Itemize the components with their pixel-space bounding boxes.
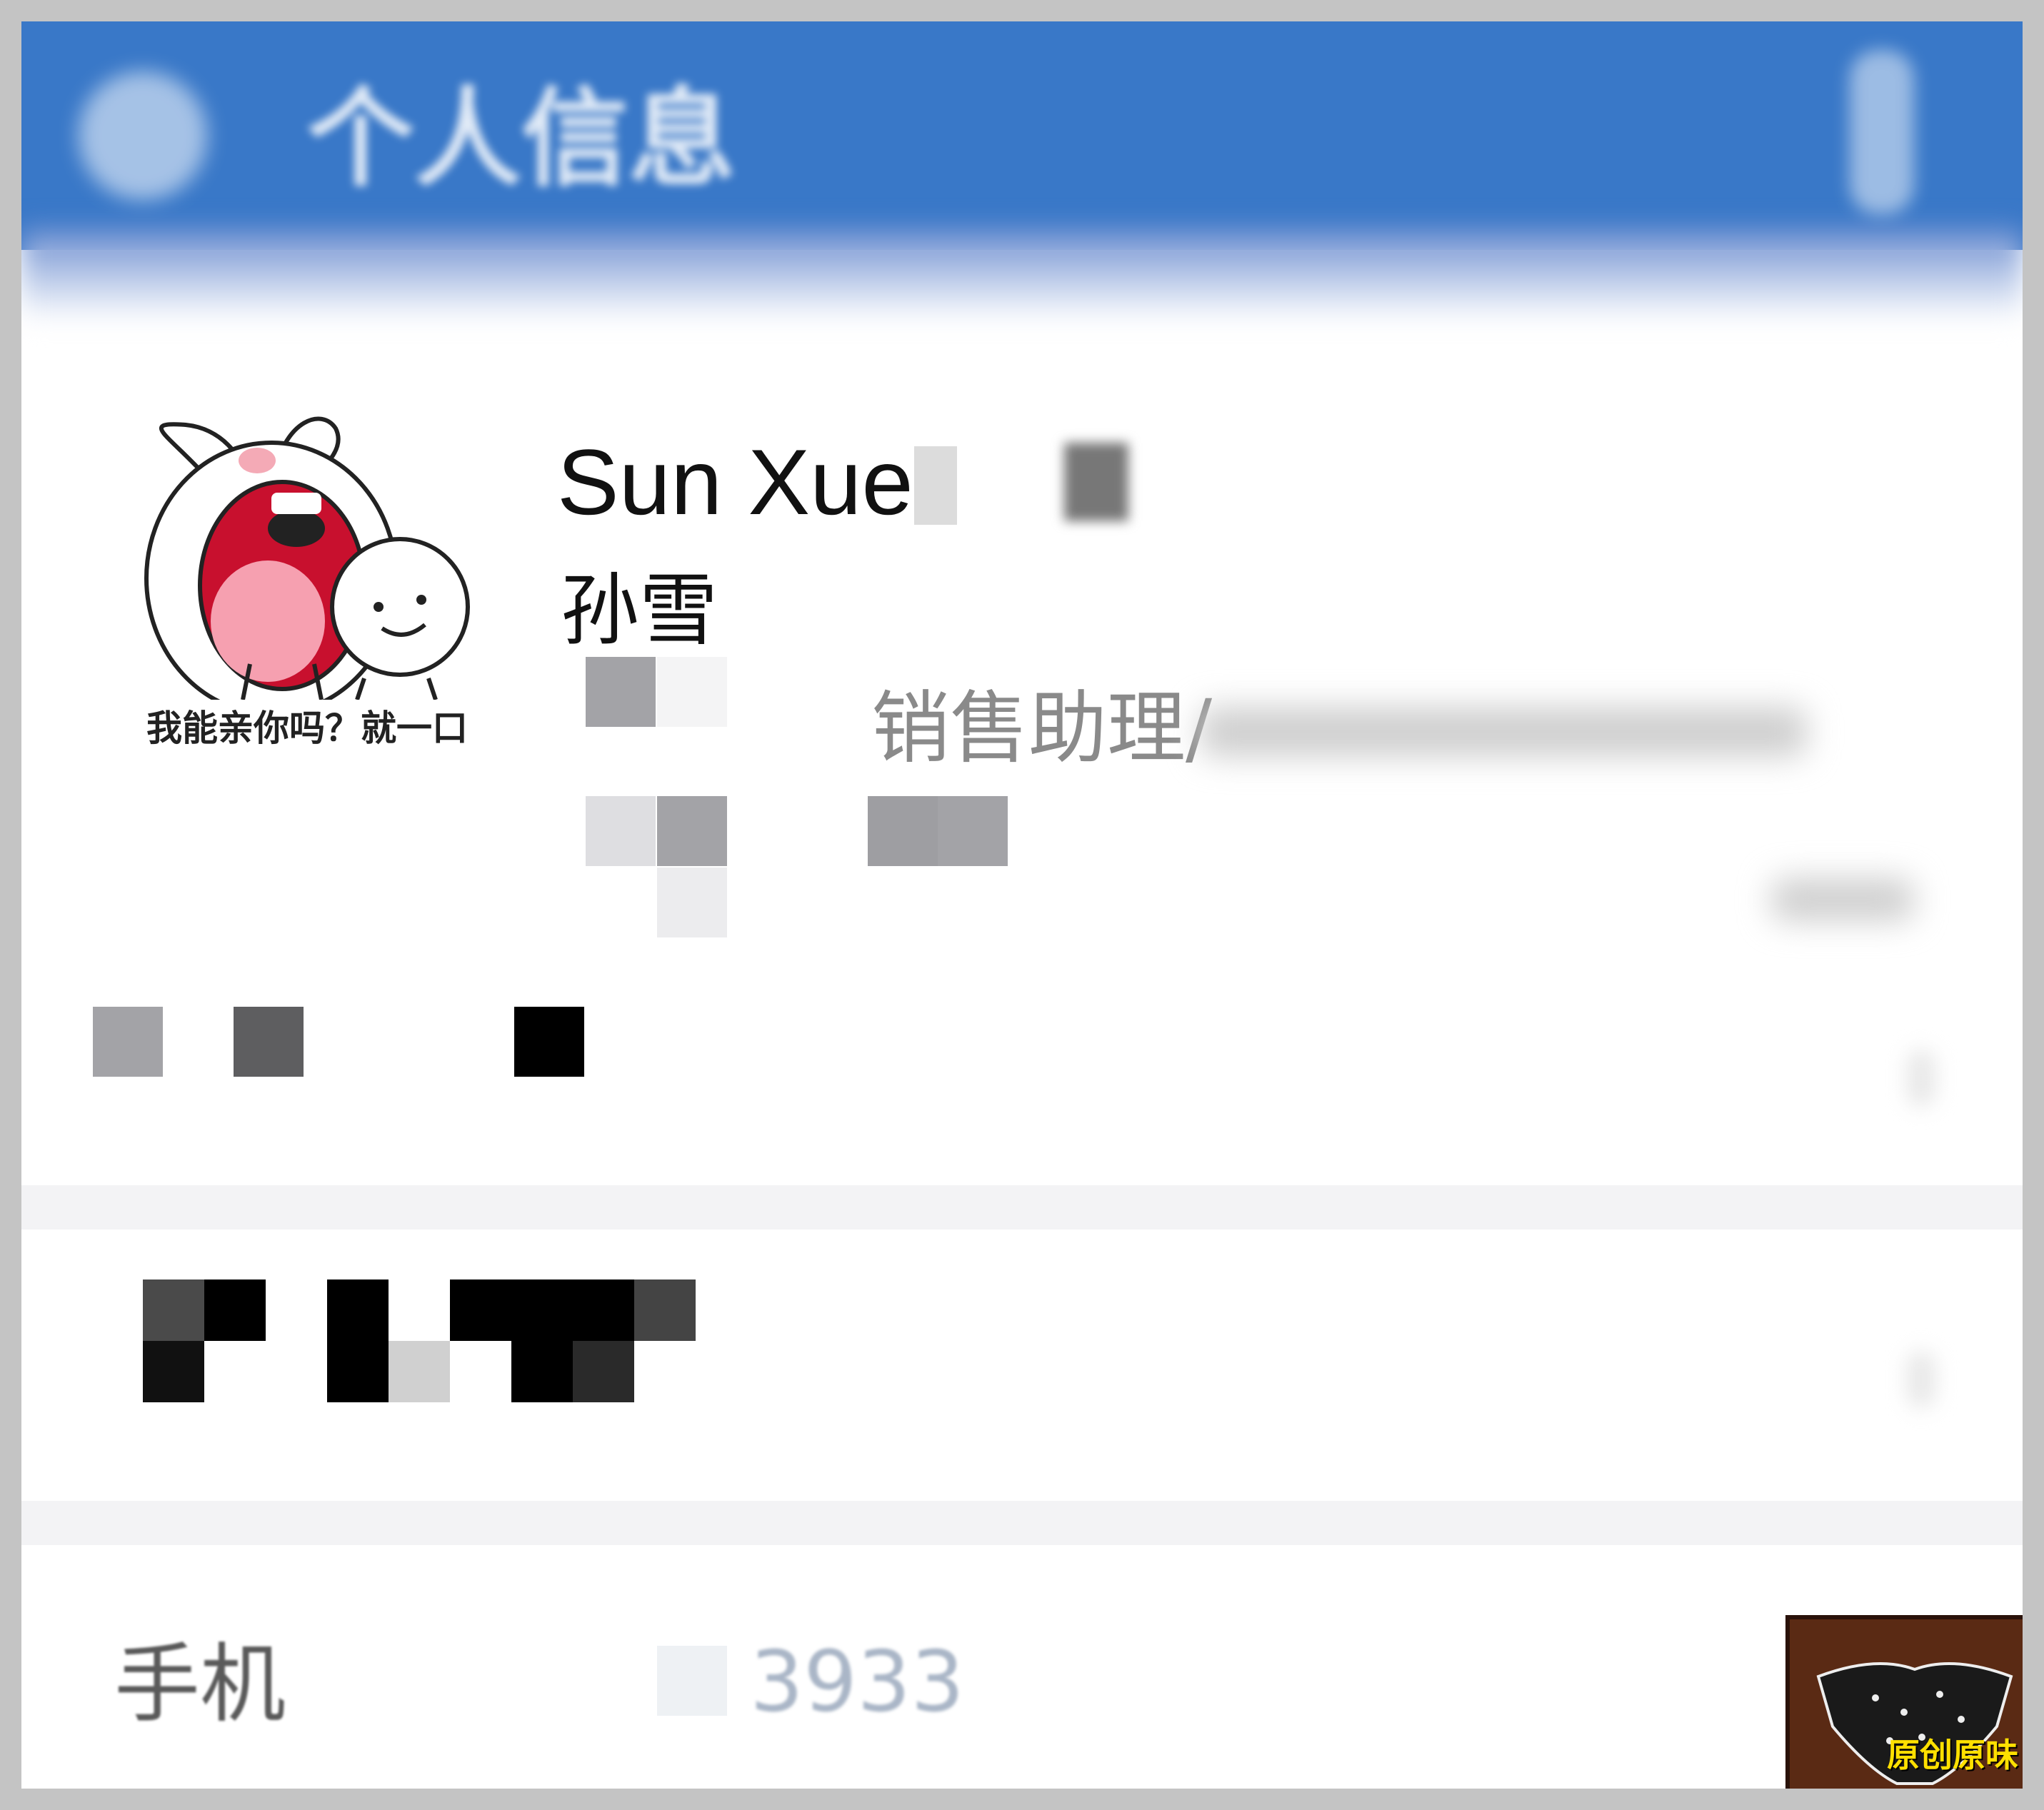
redaction-pixel bbox=[204, 1279, 266, 1341]
header-shadow bbox=[21, 228, 2023, 321]
chevron-right-icon bbox=[1907, 1050, 1935, 1107]
page-title: 个人信息 bbox=[307, 77, 736, 201]
phone-label: 手机 bbox=[114, 1635, 286, 1734]
avatar[interactable]: 我能亲你吗？就一口 bbox=[107, 393, 507, 764]
more-menu-button[interactable] bbox=[1850, 50, 1914, 214]
redaction-pixel bbox=[938, 796, 1008, 866]
redaction-pixel bbox=[450, 1279, 634, 1341]
phone-value[interactable]: 3933 bbox=[750, 1631, 964, 1731]
name-redaction bbox=[914, 446, 957, 525]
back-button[interactable] bbox=[79, 71, 207, 200]
redaction-pixel bbox=[327, 1279, 389, 1402]
job-title: 销售助理/ bbox=[871, 683, 1213, 774]
redaction-pixel bbox=[657, 657, 727, 727]
redaction-pixel bbox=[514, 1007, 584, 1077]
redaction-pixel bbox=[511, 1341, 573, 1402]
redaction-pixel bbox=[868, 796, 938, 866]
redaction-pixel bbox=[586, 796, 656, 866]
job-title-blurred bbox=[1200, 707, 1807, 757]
avatar-sticker-icon bbox=[144, 416, 470, 716]
name-redaction-blur bbox=[1064, 443, 1128, 521]
english-name: Sun Xue bbox=[557, 430, 913, 534]
avatar-caption: 我能亲你吗？就一口 bbox=[146, 708, 468, 749]
redacted-row[interactable] bbox=[21, 1230, 2023, 1501]
redaction-pixel bbox=[657, 868, 727, 937]
redaction-pixel bbox=[143, 1341, 204, 1402]
redaction-pixel bbox=[389, 1341, 450, 1402]
screen: 个人信息 我能亲你吗？就一口 Sun Xue 孙雪 销售助理/ 手机 3933 … bbox=[21, 21, 2023, 1789]
redaction-pixel bbox=[634, 1279, 696, 1341]
redaction-pixel bbox=[657, 796, 727, 866]
redaction-pixel bbox=[234, 1007, 304, 1077]
blurred-item bbox=[1771, 878, 1914, 921]
section-divider bbox=[21, 1185, 2023, 1230]
redaction-pixel bbox=[573, 1341, 634, 1402]
phone-redaction bbox=[657, 1646, 727, 1716]
chinese-name: 孙雪 bbox=[561, 565, 718, 656]
watermark-text: 原创原味 bbox=[1887, 1736, 2018, 1774]
watermark-thumbnail: 原创原味 bbox=[1785, 1615, 2023, 1789]
chevron-right-icon bbox=[1907, 1351, 1935, 1408]
redaction-pixel bbox=[93, 1007, 163, 1077]
redaction-pixel bbox=[586, 657, 656, 727]
redaction-pixel bbox=[143, 1279, 204, 1341]
section-divider bbox=[21, 1501, 2023, 1545]
